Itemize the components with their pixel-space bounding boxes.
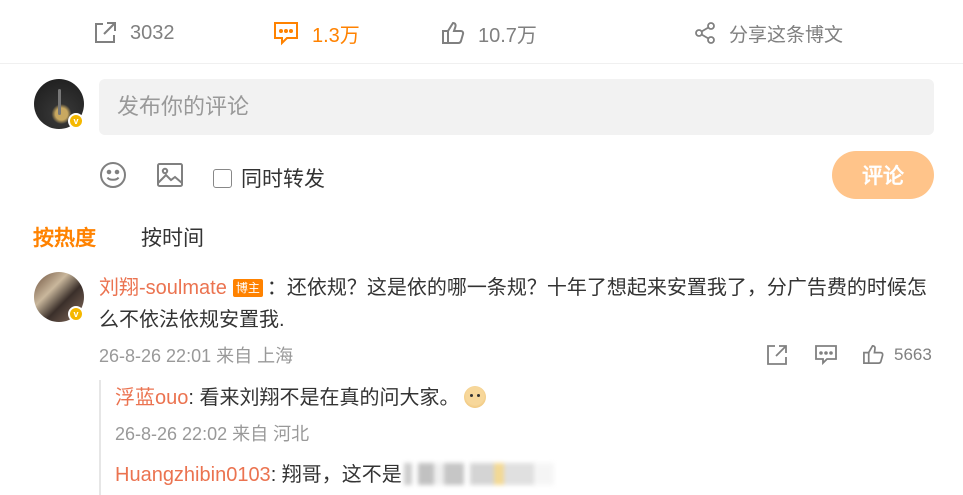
forward-count: 3032 [130, 21, 175, 44]
comment-location: 来自 上海 [216, 346, 294, 366]
comment-separator: ： [266, 277, 287, 299]
comment-timestamp: 26-8-26 22:01 [99, 346, 212, 366]
comment-username[interactable]: 刘翔-soulmate [99, 277, 227, 299]
blurred-content [403, 463, 554, 485]
reply-meta: 26-8-26 22:02 来自 河北 [115, 420, 309, 446]
avatar-figure [58, 89, 61, 115]
share-icon [695, 22, 715, 44]
comment-forward-button[interactable] [765, 343, 789, 372]
image-upload-button[interactable] [155, 160, 185, 195]
forward-icon [767, 345, 787, 365]
share-button[interactable]: 分享这条博文 [693, 18, 843, 48]
reply-timestamp: 26-8-26 22:02 [115, 424, 228, 444]
tab-sort-time[interactable]: 按时间 [141, 222, 204, 252]
comment-input[interactable] [99, 79, 934, 135]
verified-badge-icon: v [68, 113, 84, 129]
image-icon [157, 163, 183, 187]
repost-checkbox[interactable] [213, 168, 232, 188]
like-count: 10.7万 [478, 24, 537, 47]
comment-reply-button[interactable] [814, 343, 838, 372]
reply-username[interactable]: Huangzhibin0103 [115, 464, 271, 486]
forward-icon [95, 22, 116, 43]
author-badge: 博主 [232, 279, 263, 297]
reply-location: 来自 河北 [232, 424, 310, 444]
doge-emoji-icon [463, 386, 486, 408]
reply-text: : 翔哥，这不是 [270, 464, 402, 486]
share-label: 分享这条博文 [729, 24, 844, 46]
like-button[interactable]: 10.7万 [440, 18, 537, 48]
comment-icon [815, 345, 837, 366]
post-action-bar: 3032 1.3万 10.7万 分享这条博文 [0, 0, 963, 64]
verified-badge-icon: v [68, 306, 84, 322]
current-user-avatar[interactable]: v [34, 79, 84, 129]
comment-body: 刘翔-soulmate 博主 ：还依规？这是依的哪一条规？十年了想起来安置我了，分广… [99, 272, 929, 336]
comment-button[interactable]: 1.3万 [272, 18, 360, 48]
reply-text: : 看来刘翔不是在真的问大家。 [188, 387, 460, 409]
commenter-avatar[interactable]: v [34, 272, 84, 322]
reply-item: Huangzhibin0103: 翔哥，这不是 [115, 461, 554, 489]
comment-like-button[interactable]: 5663 [862, 343, 932, 366]
submit-comment-button[interactable]: 评论 [832, 151, 934, 199]
reply-username[interactable]: 浮蓝ouo [115, 387, 188, 409]
reply-item: 浮蓝ouo: 看来刘翔不是在真的问大家。 [115, 384, 486, 412]
comment-icon [274, 22, 298, 46]
comment-count: 1.3万 [312, 24, 360, 47]
repost-label: 同时转发 [241, 168, 325, 191]
repost-option: 同时转发 [213, 163, 325, 193]
tab-sort-hot[interactable]: 按热度 [33, 222, 96, 252]
comment-meta: 26-8-26 22:01 来自 上海 [99, 342, 293, 368]
forward-button[interactable]: 3032 [92, 18, 175, 48]
like-icon [863, 345, 884, 364]
emoji-button[interactable] [98, 160, 128, 195]
comment-like-count: 5663 [894, 344, 932, 364]
like-icon [442, 21, 465, 44]
emoji-icon [100, 162, 126, 188]
reply-list: 浮蓝ouo: 看来刘翔不是在真的问大家。 26-8-26 22:02 来自 河北… [99, 380, 929, 495]
